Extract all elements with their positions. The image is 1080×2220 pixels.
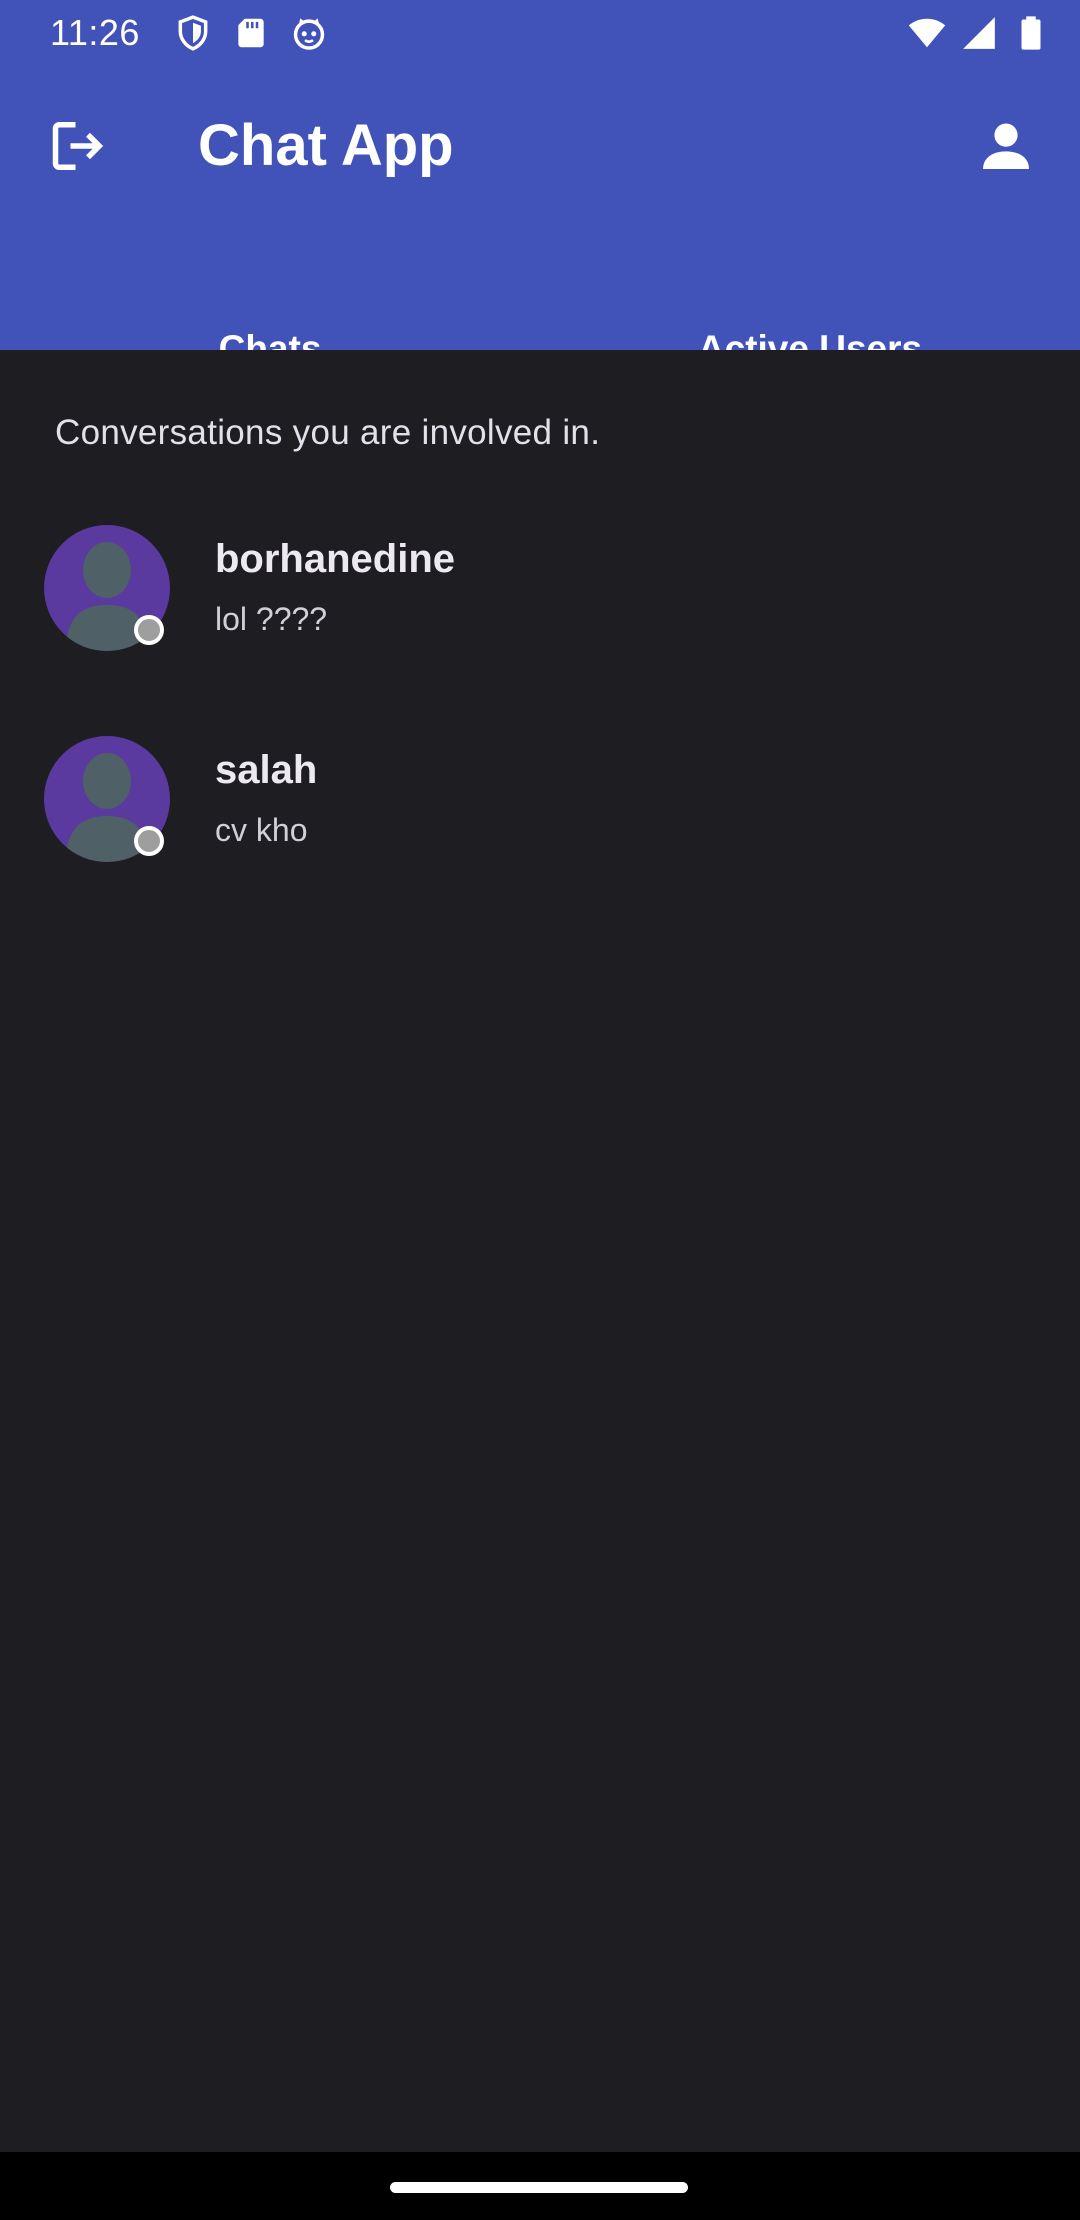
conversation-item[interactable]: salah cv kho xyxy=(0,736,1080,906)
battery-icon xyxy=(1021,16,1041,50)
logout-button[interactable] xyxy=(38,106,118,186)
avatar xyxy=(44,736,170,862)
profile-button[interactable] xyxy=(962,102,1050,190)
home-gesture-handle[interactable] xyxy=(390,2182,688,2193)
avatar xyxy=(44,525,170,651)
presence-indicator xyxy=(134,615,164,645)
conversation-last-message: cv kho xyxy=(215,812,308,848)
status-time: 11:26 xyxy=(50,12,140,53)
app-title: Chat App xyxy=(198,113,454,178)
system-nav-bar xyxy=(0,2152,1080,2220)
status-right-icons xyxy=(908,14,1050,52)
app-bar: Chat App Chats Active Users xyxy=(0,66,1080,416)
logout-icon xyxy=(52,122,104,170)
conversation-name: salah xyxy=(215,748,318,792)
conversation-item[interactable]: borhanedine lol ???? xyxy=(0,525,1080,695)
section-caption: Conversations you are involved in. xyxy=(55,413,601,452)
shield-icon xyxy=(178,15,208,51)
wifi-icon xyxy=(908,18,946,48)
conversation-name: borhanedine xyxy=(215,537,456,581)
conversation-last-message: lol ???? xyxy=(215,601,328,637)
conversations-panel: Conversations you are involved in. borha… xyxy=(0,350,1080,2152)
presence-indicator xyxy=(134,826,164,856)
status-bar: 11:26 xyxy=(0,0,1080,66)
cat-face-icon xyxy=(293,18,325,50)
cell-signal-icon xyxy=(963,17,995,49)
sd-card-icon xyxy=(238,18,264,48)
account-icon xyxy=(983,123,1029,169)
screen: 11:26 Chat App Chats Active Users Conver… xyxy=(0,0,1080,2220)
status-left-icons xyxy=(174,14,328,52)
